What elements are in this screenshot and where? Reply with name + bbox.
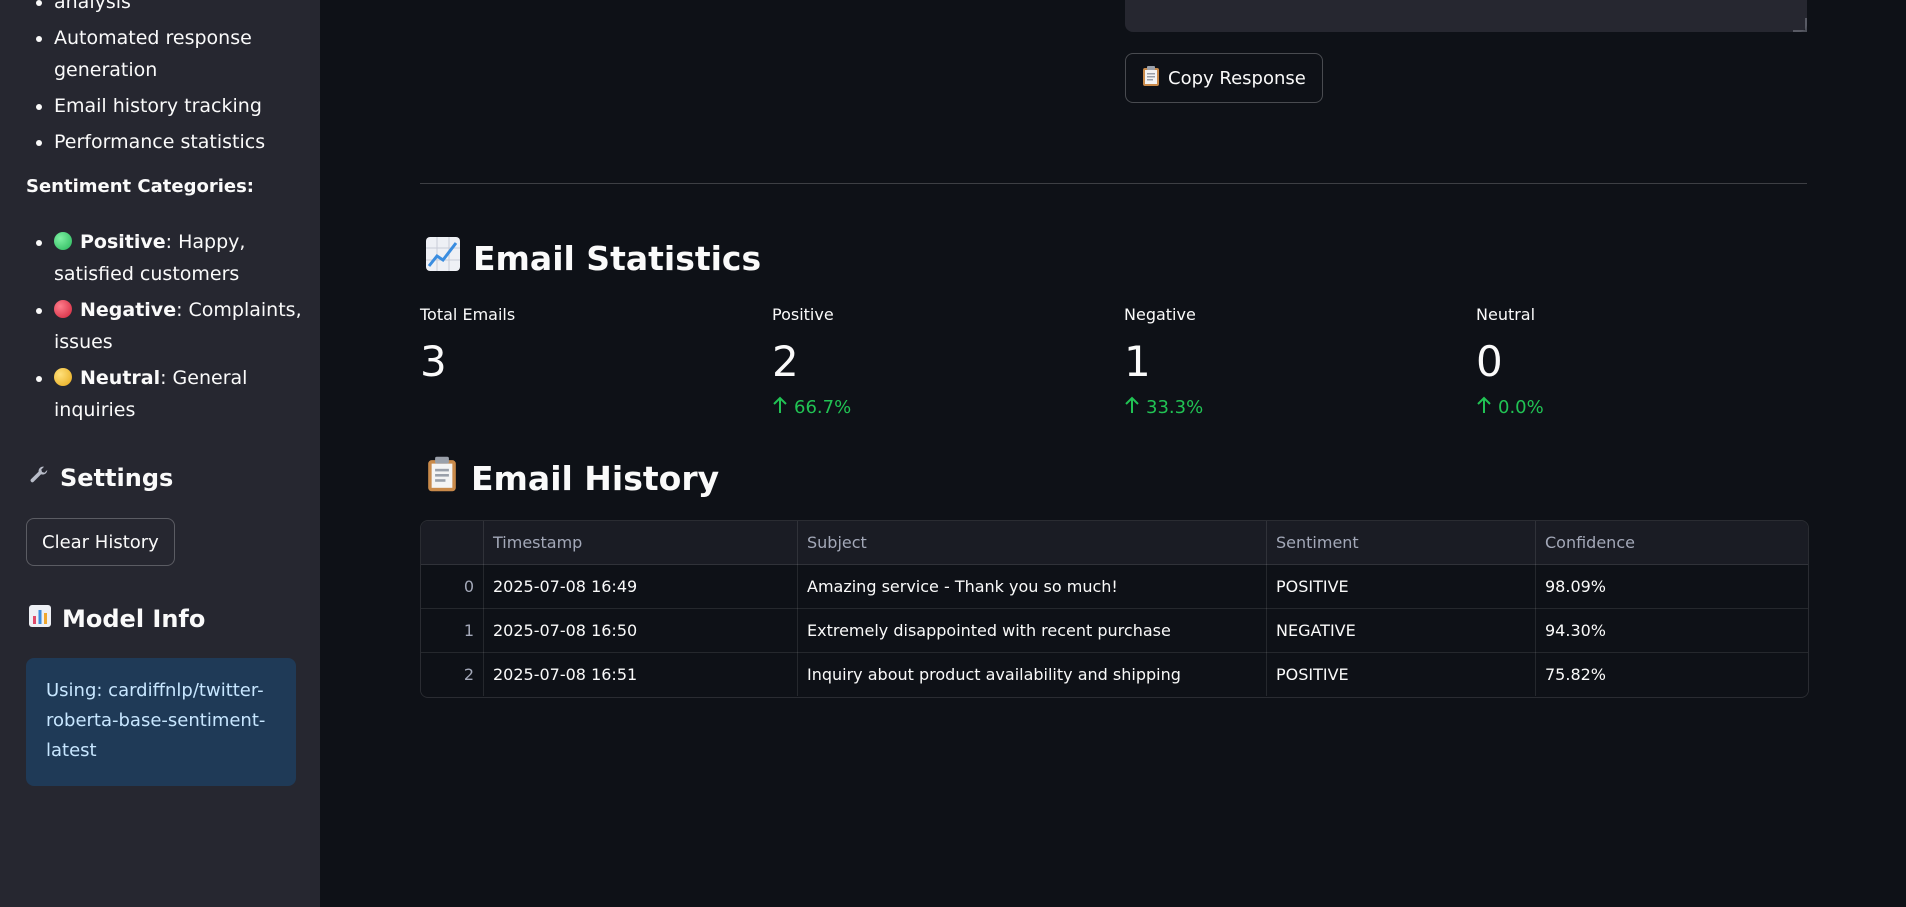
model-info-heading: Model Info [28,604,205,634]
feature-item-text: Email history tracking [54,95,262,117]
chart-increasing-icon [425,236,461,280]
metric-label: Negative [1124,305,1196,324]
cell-timestamp[interactable]: 2025-07-08 16:49 [483,564,798,609]
metric-value: 1 [1124,337,1151,386]
cell-subject[interactable]: Amazing service - Thank you so much! [797,564,1267,609]
cell-confidence[interactable]: 94.30% [1535,608,1808,653]
cell-sentiment[interactable]: POSITIVE [1266,652,1536,696]
metric-value: 0 [1476,337,1503,386]
arrow-up-icon [1124,396,1140,419]
cell-sentiment[interactable]: POSITIVE [1266,564,1536,609]
sentiment-label: Positive [80,231,166,253]
column-header-confidence[interactable]: Confidence [1535,521,1808,565]
arrow-up-icon [772,396,788,419]
resize-handle-icon[interactable] [1793,18,1807,32]
metric-value: 3 [420,337,447,386]
sidebar: analysis Automated response generation E… [0,0,320,907]
row-index: 0 [421,564,484,609]
sentiment-category-list: Positive: Happy, satisfied customers Neg… [26,226,314,426]
email-history-table[interactable]: Timestamp Subject Sentiment Confidence 0… [420,520,1809,698]
feature-item-text: analysis [54,0,131,13]
table-row: 2 2025-07-08 16:51 Inquiry about product… [421,652,1808,696]
sentiment-categories-heading: Sentiment Categories: [26,176,254,197]
column-header-timestamp[interactable]: Timestamp [483,521,798,565]
sentiment-label: Negative [80,299,177,321]
feature-item: Automated response generation [54,22,314,86]
metric-delta-value: 66.7% [794,397,852,418]
clipboard-icon [425,455,459,501]
sentiment-category-negative: Negative: Complaints, issues [54,294,314,358]
feature-item: Performance statistics [54,126,314,158]
model-info-box: Using: cardiffnlp/twitter-roberta-base-s… [26,658,296,786]
yellow-circle-icon [54,368,72,386]
metric-label: Neutral [1476,305,1536,324]
feature-item: Email history tracking [54,90,314,122]
cell-subject[interactable]: Inquiry about product availability and s… [797,652,1267,696]
feature-item-text: Automated response generation [54,27,252,81]
metric-delta: 33.3% [1124,396,1464,419]
column-header-subject[interactable]: Subject [797,521,1267,565]
metric-delta-value: 0.0% [1498,397,1544,418]
app-root: analysis Automated response generation E… [0,0,1906,907]
metric-delta: 66.7% [772,396,1112,419]
response-textarea[interactable] [1125,0,1807,32]
email-history-heading-text: Email History [471,458,720,498]
row-index: 1 [421,608,484,653]
feature-list: analysis Automated response generation E… [26,0,314,158]
cell-subject[interactable]: Extremely disappointed with recent purch… [797,608,1267,653]
sentiment-label: Neutral [80,367,161,389]
bar-chart-icon [28,604,52,634]
green-circle-icon [54,232,72,250]
email-statistics-heading: Email Statistics [425,236,761,280]
red-circle-icon [54,300,72,318]
metric-delta-value: 33.3% [1146,397,1204,418]
cell-confidence[interactable]: 98.09% [1535,564,1808,609]
cell-timestamp[interactable]: 2025-07-08 16:51 [483,652,798,696]
clipboard-icon [1142,65,1160,92]
metric-label: Positive [772,305,834,324]
column-header-index[interactable] [421,521,484,565]
email-history-heading: Email History [425,455,719,501]
table-header-row: Timestamp Subject Sentiment Confidence [421,521,1808,565]
metric-positive: Positive 2 66.7% [772,305,1112,419]
metric-label: Total Emails [420,305,516,324]
row-index: 2 [421,652,484,696]
metric-delta: 0.0% [1476,396,1816,419]
column-header-sentiment[interactable]: Sentiment [1266,521,1536,565]
arrow-up-icon [1476,396,1492,419]
table-row: 1 2025-07-08 16:50 Extremely disappointe… [421,608,1808,653]
metric-neutral: Neutral 0 0.0% [1476,305,1816,419]
sentiment-category-positive: Positive: Happy, satisfied customers [54,226,314,290]
history-table: Timestamp Subject Sentiment Confidence 0… [421,521,1808,696]
feature-item: analysis [54,0,314,18]
feature-item-text: Performance statistics [54,131,266,153]
main-content: Copy Response Email Statistics Total Ema… [320,0,1906,907]
model-info-heading-text: Model Info [62,605,206,633]
cell-confidence[interactable]: 75.82% [1535,652,1808,696]
clear-history-button[interactable]: Clear History [26,518,175,566]
metric-negative: Negative 1 33.3% [1124,305,1464,419]
wrench-icon [28,464,50,492]
metric-total-emails: Total Emails 3 [420,305,760,386]
section-divider [420,183,1807,184]
cell-sentiment[interactable]: NEGATIVE [1266,608,1536,653]
email-statistics-heading-text: Email Statistics [473,238,762,278]
settings-heading: Settings [28,464,173,492]
copy-response-button[interactable]: Copy Response [1125,53,1323,103]
cell-timestamp[interactable]: 2025-07-08 16:50 [483,608,798,653]
table-row: 0 2025-07-08 16:49 Amazing service - Tha… [421,564,1808,609]
sentiment-category-neutral: Neutral: General inquiries [54,362,314,426]
settings-heading-text: Settings [60,464,174,492]
metric-value: 2 [772,337,799,386]
copy-response-label: Copy Response [1168,67,1306,89]
